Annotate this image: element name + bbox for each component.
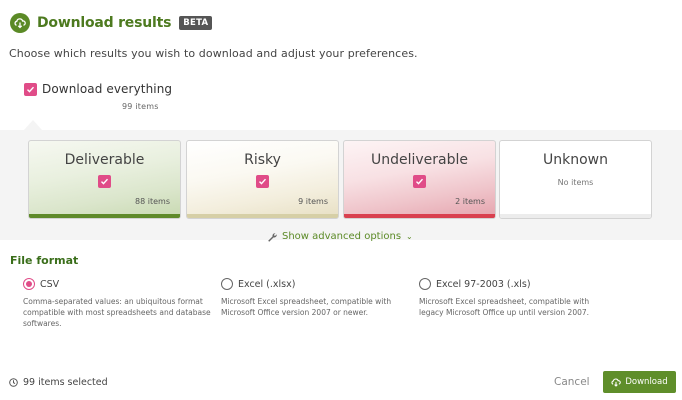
format-option-description: Microsoft Excel spreadsheet, compatible …	[419, 297, 590, 317]
format-option-description: Comma-separated values: an ubiquitous fo…	[23, 297, 211, 328]
dialog-subtitle: Choose which results you wish to downloa…	[9, 47, 418, 60]
category-card-deliverable[interactable]: Deliverable 88 items	[28, 140, 181, 219]
beta-badge: BETA	[179, 16, 213, 30]
advanced-options-label: Show advanced options	[282, 231, 402, 242]
category-accent-bar	[500, 214, 651, 218]
checkbox-checked-icon[interactable]	[413, 175, 426, 188]
checkbox-checked-icon[interactable]	[98, 175, 111, 188]
clock-icon	[9, 378, 18, 387]
file-format-title: File format	[10, 254, 79, 267]
format-option-description: Microsoft Excel spreadsheet, compatible …	[221, 297, 392, 317]
format-option-xls[interactable]: Excel 97-2003 (.xls)	[419, 278, 531, 290]
cloud-download-icon	[611, 378, 622, 387]
format-option-xlsx[interactable]: Excel (.xlsx)	[221, 278, 295, 290]
total-items-count: 99 items	[122, 102, 159, 111]
radio-unselected-icon[interactable]	[419, 278, 431, 290]
category-accent-bar	[29, 214, 180, 218]
dialog-title: Download results	[37, 15, 172, 31]
category-count: 88 items	[135, 197, 170, 206]
cancel-button[interactable]: Cancel	[554, 376, 590, 388]
download-everything-label: Download everything	[42, 82, 173, 96]
download-button[interactable]: Download	[603, 371, 676, 393]
selected-items-text: 99 items selected	[23, 377, 108, 388]
chevron-down-icon: ⌄	[406, 232, 413, 241]
category-count: 2 items	[455, 197, 485, 206]
radio-unselected-icon[interactable]	[221, 278, 233, 290]
format-option-label: CSV	[40, 278, 60, 290]
category-card-unknown: Unknown No items	[499, 140, 652, 219]
radio-selected-icon[interactable]	[23, 278, 35, 290]
format-option-label: Excel (.xlsx)	[238, 278, 296, 290]
category-accent-bar	[344, 214, 495, 218]
category-name: Risky	[244, 152, 281, 168]
show-advanced-options-link[interactable]: Show advanced options ⌄	[267, 231, 413, 242]
category-count: No items	[557, 178, 594, 187]
cloud-download-icon	[10, 13, 30, 33]
dialog-header: Download results BETA	[10, 13, 213, 33]
checkbox-checked-icon	[24, 82, 37, 96]
category-card-risky[interactable]: Risky 9 items	[186, 140, 339, 219]
category-accent-bar	[187, 214, 338, 218]
checkbox-checked-icon[interactable]	[256, 175, 269, 188]
category-card-undeliverable[interactable]: Undeliverable 2 items	[343, 140, 496, 219]
download-everything-checkbox[interactable]: Download everything	[24, 82, 172, 96]
panel-pointer	[24, 120, 42, 130]
format-option-label: Excel 97-2003 (.xls)	[436, 278, 531, 290]
selected-items-status: 99 items selected	[9, 377, 108, 388]
category-name: Undeliverable	[370, 152, 469, 168]
category-name: Deliverable	[64, 152, 145, 168]
format-option-csv[interactable]: CSV	[23, 278, 59, 290]
download-button-label: Download	[625, 377, 668, 387]
category-name: Unknown	[543, 152, 608, 168]
wrench-icon	[268, 232, 277, 242]
category-count: 9 items	[298, 197, 328, 206]
